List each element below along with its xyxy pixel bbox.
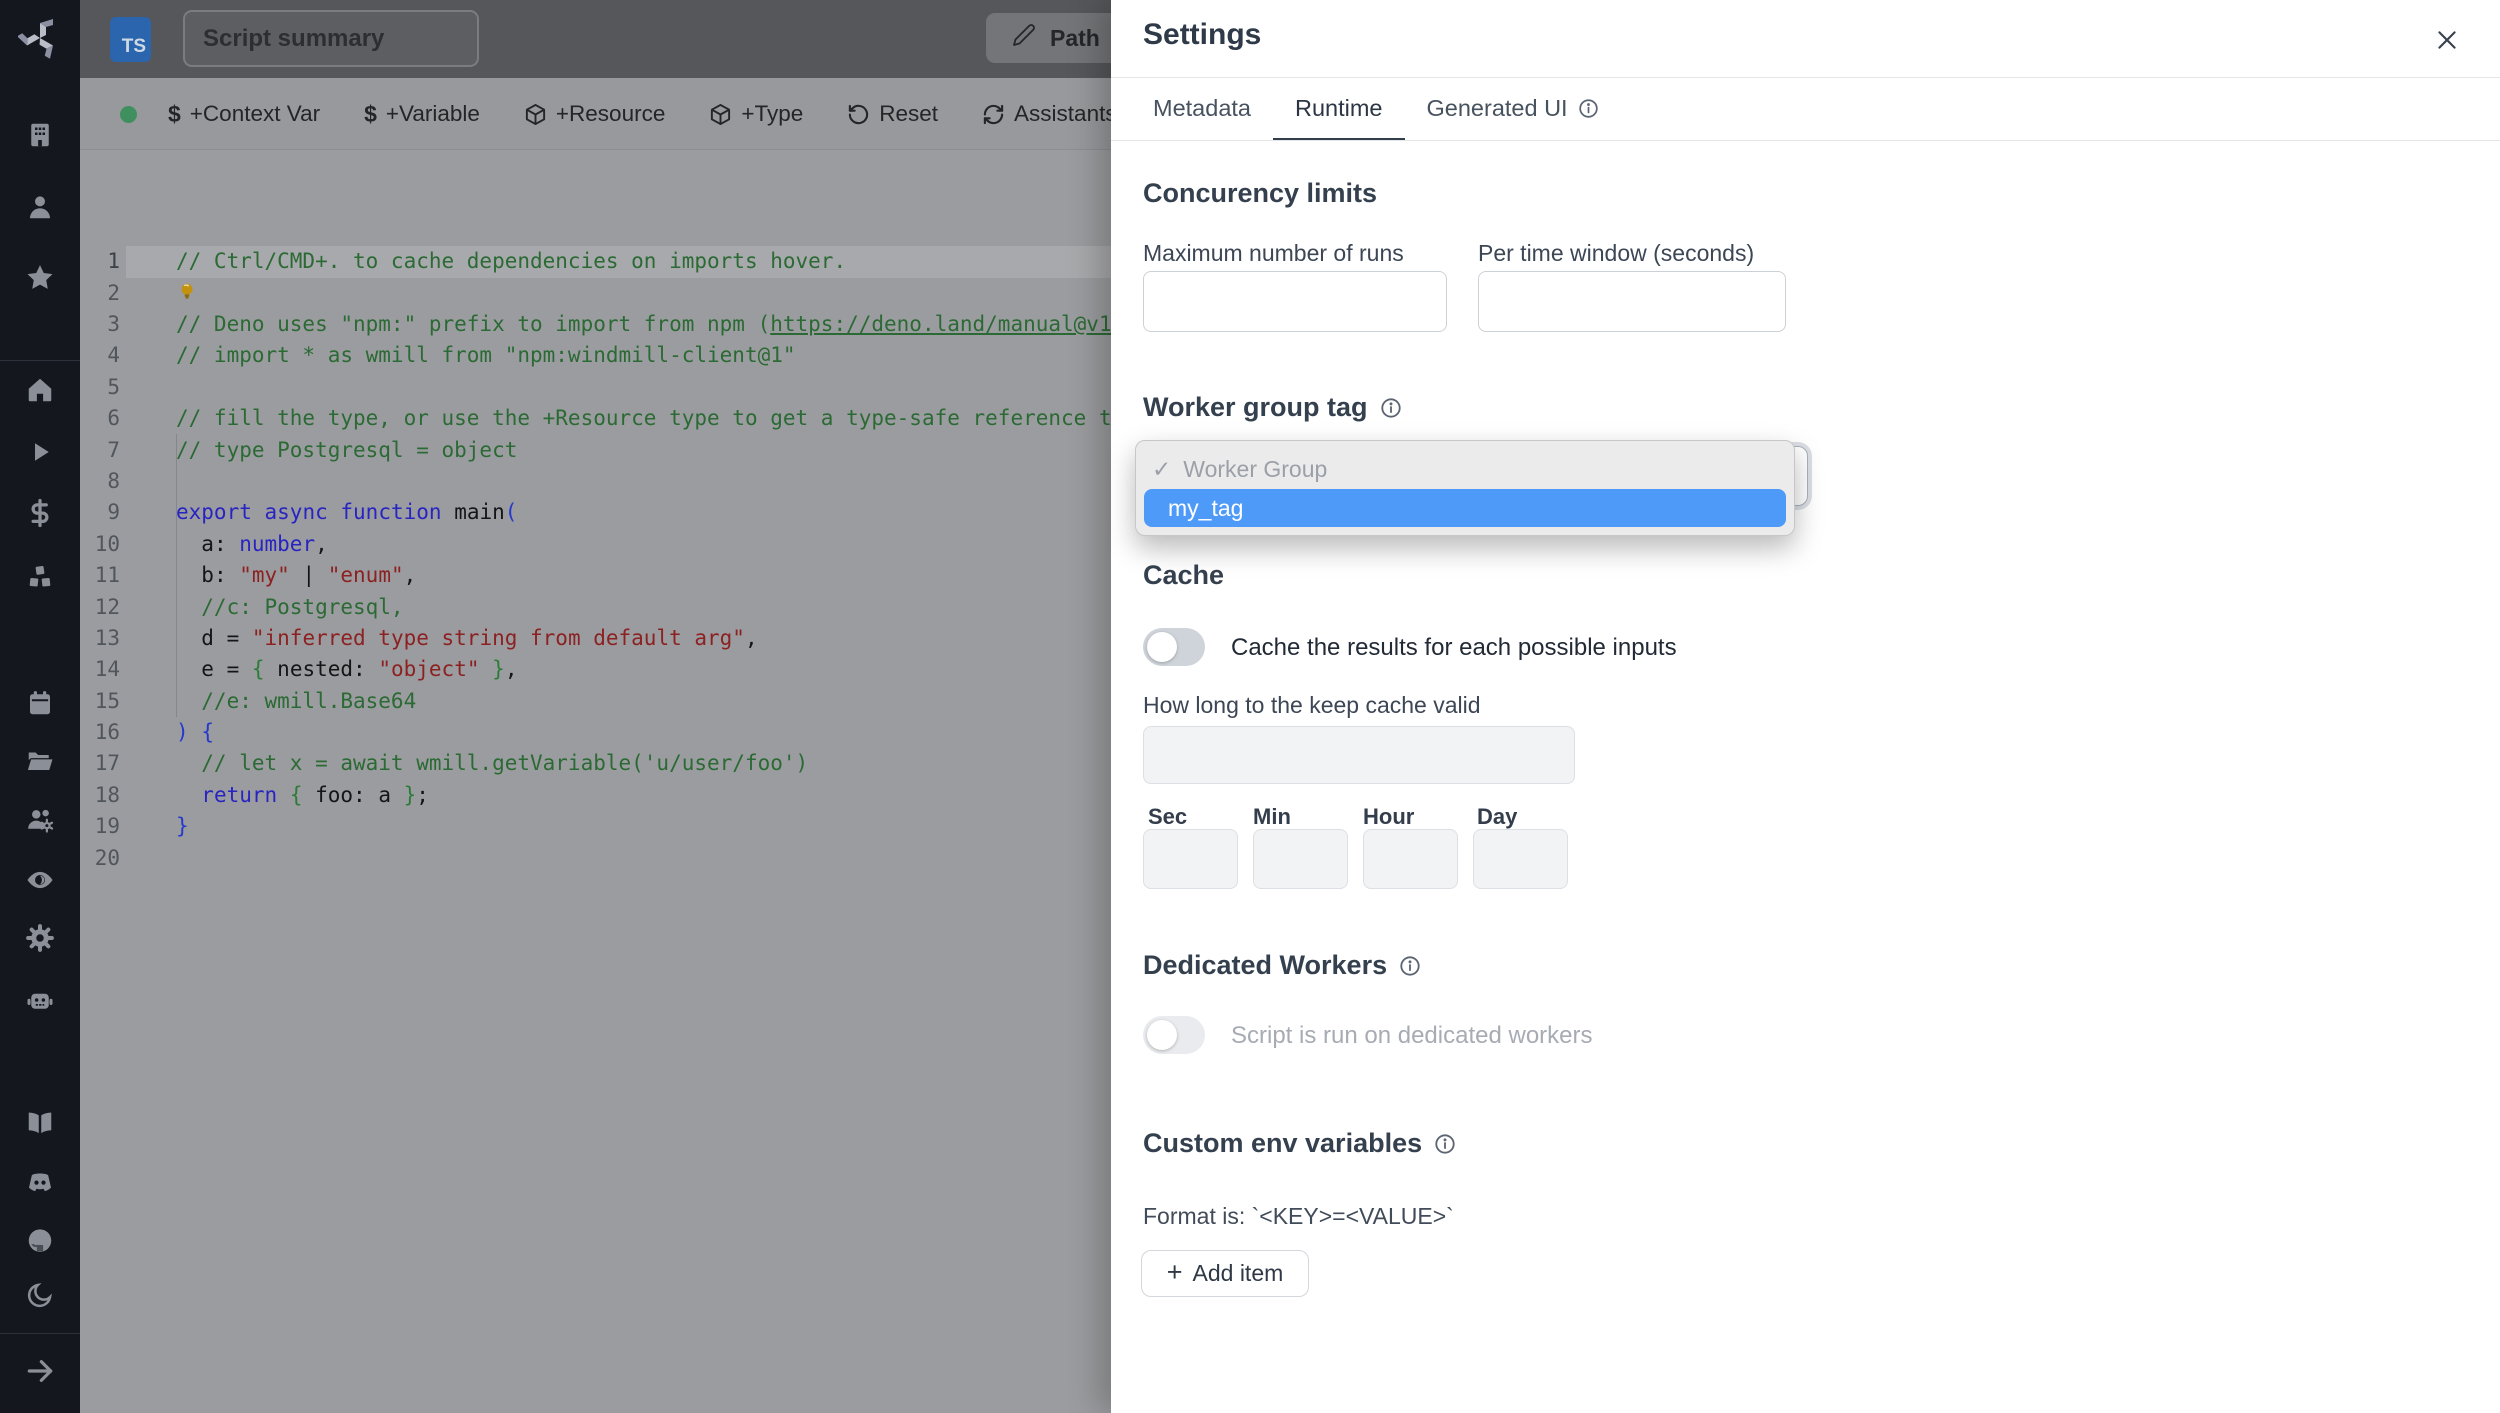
boxes-icon[interactable]	[0, 562, 80, 592]
plus-icon: +	[1166, 1257, 1183, 1287]
gear-icon[interactable]	[0, 923, 80, 953]
max-runs-label: Maximum number of runs	[1143, 240, 1404, 266]
refresh-icon	[982, 103, 1005, 126]
cache-duration-label: How long to the keep cache valid	[1143, 692, 1481, 718]
path-button-label: Path	[1050, 24, 1100, 51]
dedicated-workers-heading: Dedicated Workers	[1143, 950, 1421, 981]
cache-duration-input[interactable]	[1143, 726, 1575, 784]
add-type-button[interactable]: +Type	[709, 101, 803, 127]
arrow-right-icon[interactable]	[0, 1355, 80, 1387]
users-cog-icon[interactable]	[0, 805, 80, 835]
bot-icon[interactable]	[0, 985, 80, 1015]
env-format-text: Format is: `<KEY>=<VALUE>`	[1143, 1203, 1454, 1229]
add-resource-button[interactable]: +Resource	[524, 101, 665, 127]
star-icon[interactable]	[0, 262, 80, 292]
dollar-icon[interactable]	[0, 498, 80, 528]
tab-generated-ui[interactable]: Generated UI	[1405, 78, 1621, 141]
cube-icon	[524, 103, 547, 126]
cache-toggle-label: Cache the results for each possible inpu…	[1231, 634, 1677, 661]
home-icon[interactable]	[0, 375, 80, 405]
hour-label: Hour	[1363, 804, 1415, 829]
pencil-icon	[1012, 23, 1036, 53]
building-icon[interactable]	[0, 120, 80, 150]
worker-group-heading: Worker group tag	[1143, 392, 1402, 423]
sec-label: Sec	[1148, 804, 1188, 829]
windmill-logo-icon[interactable]	[17, 16, 62, 65]
min-input[interactable]	[1253, 829, 1348, 889]
dedicated-workers-toggle-label: Script is run on dedicated workers	[1231, 1022, 1593, 1049]
windmill-script-editor: TS Path $ +Context Var $ +Variable +Reso…	[0, 0, 2500, 1413]
hour-input[interactable]	[1363, 829, 1458, 889]
day-input[interactable]	[1473, 829, 1568, 889]
dedicated-workers-toggle[interactable]	[1143, 1016, 1205, 1054]
add-item-button[interactable]: + Add item	[1141, 1250, 1309, 1297]
info-icon	[1380, 397, 1402, 419]
dropdown-option-worker-group[interactable]: ✓ Worker Group	[1136, 449, 1794, 489]
settings-title: Settings	[1143, 18, 1262, 51]
script-summary-input[interactable]	[183, 10, 479, 67]
time-window-input[interactable]	[1478, 271, 1786, 332]
nav-sidebar	[0, 0, 80, 1413]
discord-icon[interactable]	[0, 1167, 80, 1197]
tab-metadata[interactable]: Metadata	[1131, 78, 1273, 141]
status-dot	[120, 106, 137, 123]
rotate-ccw-icon	[847, 103, 870, 126]
eye-icon[interactable]	[0, 865, 80, 895]
typescript-badge: TS	[110, 17, 151, 62]
add-context-var-button[interactable]: $ +Context Var	[168, 101, 320, 128]
reset-button[interactable]: Reset	[847, 101, 938, 127]
custom-env-heading: Custom env variables	[1143, 1128, 1456, 1159]
assistants-button[interactable]: Assistants (	[982, 101, 1130, 127]
info-icon	[1434, 1133, 1456, 1155]
book-open-icon[interactable]	[0, 1107, 80, 1137]
dollar-icon: $	[364, 100, 377, 127]
lightbulb-icon[interactable]	[176, 281, 202, 312]
day-label: Day	[1477, 804, 1518, 829]
max-runs-input[interactable]	[1143, 271, 1447, 332]
settings-drawer: Settings Metadata Runtime Generated UI C…	[1111, 0, 2500, 1413]
concurrency-heading: Concurency limits	[1143, 178, 1378, 208]
moon-icon[interactable]	[0, 1280, 80, 1310]
cube-icon	[709, 103, 732, 126]
cache-heading: Cache	[1143, 560, 1225, 590]
indent-guide	[176, 434, 177, 717]
github-icon[interactable]	[0, 1225, 80, 1255]
dropdown-option-my-tag[interactable]: my_tag	[1144, 489, 1786, 527]
check-icon: ✓	[1152, 455, 1172, 482]
user-icon[interactable]	[0, 192, 80, 222]
calendar-icon[interactable]	[0, 688, 80, 718]
folder-open-icon[interactable]	[0, 745, 80, 775]
settings-tabs: Metadata Runtime Generated UI	[1131, 78, 1621, 141]
add-variable-button[interactable]: $ +Variable	[364, 101, 480, 128]
sec-input[interactable]	[1143, 829, 1238, 889]
min-label: Min	[1253, 804, 1291, 829]
info-icon	[1578, 98, 1599, 119]
cache-toggle[interactable]	[1143, 628, 1205, 666]
worker-group-dropdown: ✓ Worker Group my_tag	[1135, 440, 1795, 536]
tab-runtime[interactable]: Runtime	[1272, 78, 1405, 141]
info-icon	[1399, 955, 1421, 977]
time-window-label: Per time window (seconds)	[1478, 240, 1755, 266]
play-icon[interactable]	[0, 437, 80, 467]
dollar-icon: $	[168, 100, 181, 127]
close-icon[interactable]	[2429, 22, 2465, 58]
